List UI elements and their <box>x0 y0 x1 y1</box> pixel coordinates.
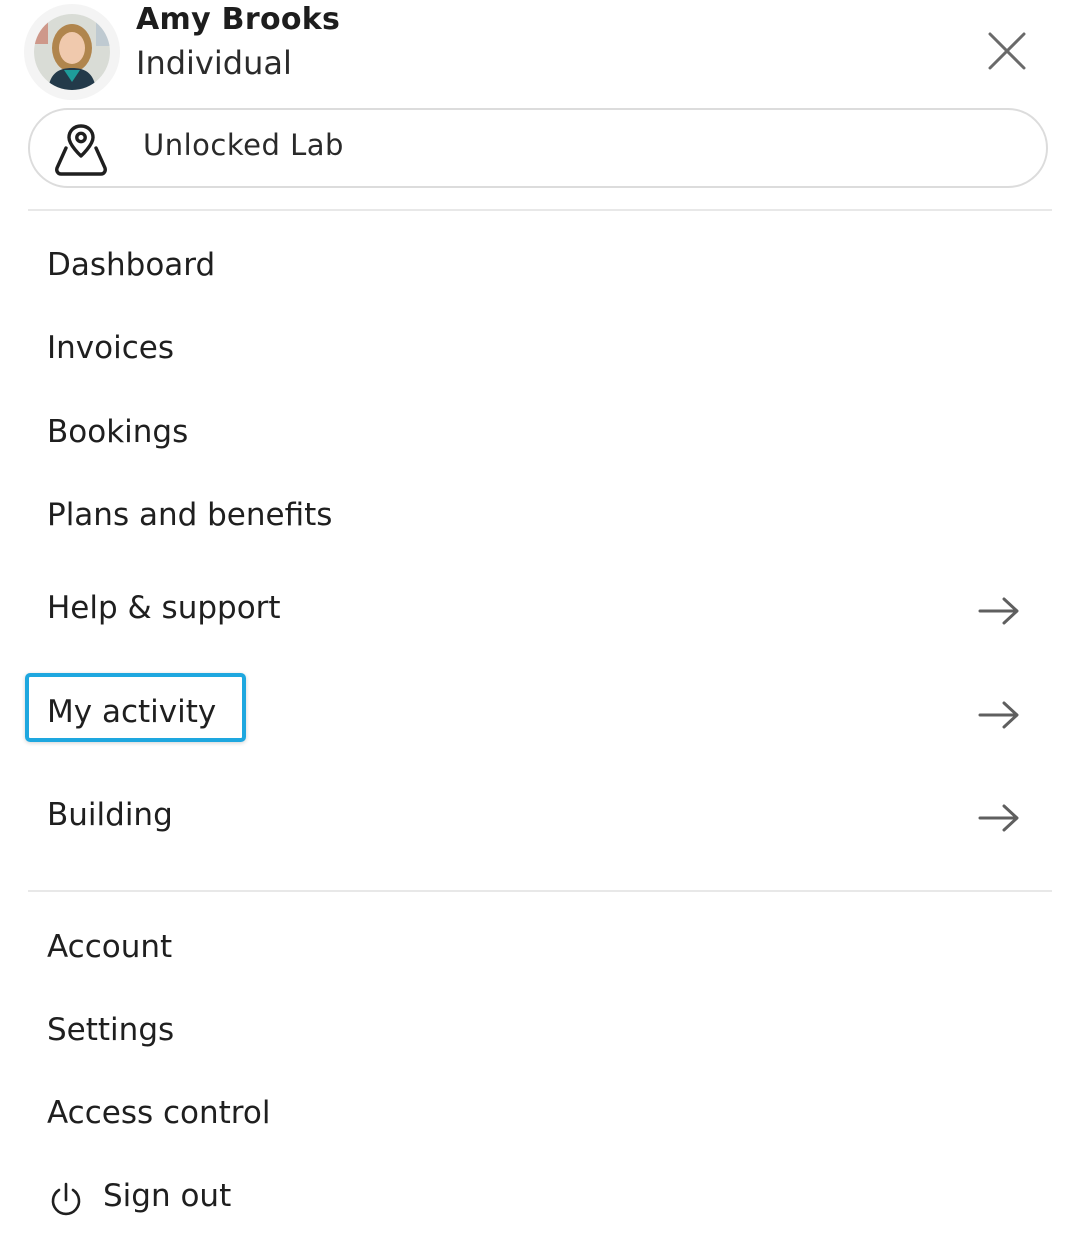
power-icon <box>51 1182 81 1216</box>
menu-item-access-control[interactable]: Access control <box>28 1087 1052 1147</box>
menu-item-account[interactable]: Account <box>28 921 1052 981</box>
menu-item-label: Settings <box>47 1012 175 1048</box>
menu-item-label: My activity <box>47 694 217 730</box>
menu-item-label: Account <box>47 929 173 965</box>
close-button[interactable] <box>982 26 1032 76</box>
menu-item-my-activity[interactable]: My activity <box>25 673 1052 746</box>
menu-item-label: Access control <box>47 1095 271 1131</box>
menu-item-label: Plans and benefits <box>47 497 333 533</box>
menu-item-label: Help & support <box>47 590 281 626</box>
arrow-right-icon <box>978 701 1019 729</box>
divider <box>28 890 1052 892</box>
menu-item-label: Invoices <box>47 330 174 366</box>
divider <box>28 209 1052 211</box>
user-name: Amy Brooks <box>136 2 341 37</box>
menu-item-label: Building <box>47 797 173 833</box>
menu-item-help-support[interactable]: Help & support <box>28 582 1052 642</box>
location-label: Unlocked Lab <box>143 128 344 162</box>
menu-item-invoices[interactable]: Invoices <box>28 322 1052 382</box>
profile-header: Amy Brooks Individual <box>0 0 1080 100</box>
close-icon <box>988 32 1026 70</box>
menu-item-bookings[interactable]: Bookings <box>28 406 1052 466</box>
arrow-right-icon <box>978 804 1019 832</box>
menu-item-plans-and-benefits[interactable]: Plans and benefits <box>28 489 1052 549</box>
menu-item-label: Dashboard <box>47 247 216 283</box>
account-type: Individual <box>136 44 292 82</box>
menu-item-label: Bookings <box>47 414 189 450</box>
menu-item-building[interactable]: Building <box>28 789 1052 849</box>
menu-item-settings[interactable]: Settings <box>28 1004 1052 1064</box>
arrow-right-icon <box>978 597 1019 625</box>
avatar-photo-icon <box>34 14 110 90</box>
menu-item-dashboard[interactable]: Dashboard <box>28 239 1052 299</box>
user-avatar[interactable] <box>34 14 110 90</box>
location-pin-icon <box>50 120 112 182</box>
sign-out-label: Sign out <box>103 1178 232 1214</box>
sign-out-button[interactable]: Sign out <box>28 1170 1052 1230</box>
location-selector[interactable]: Unlocked Lab <box>28 108 1048 188</box>
